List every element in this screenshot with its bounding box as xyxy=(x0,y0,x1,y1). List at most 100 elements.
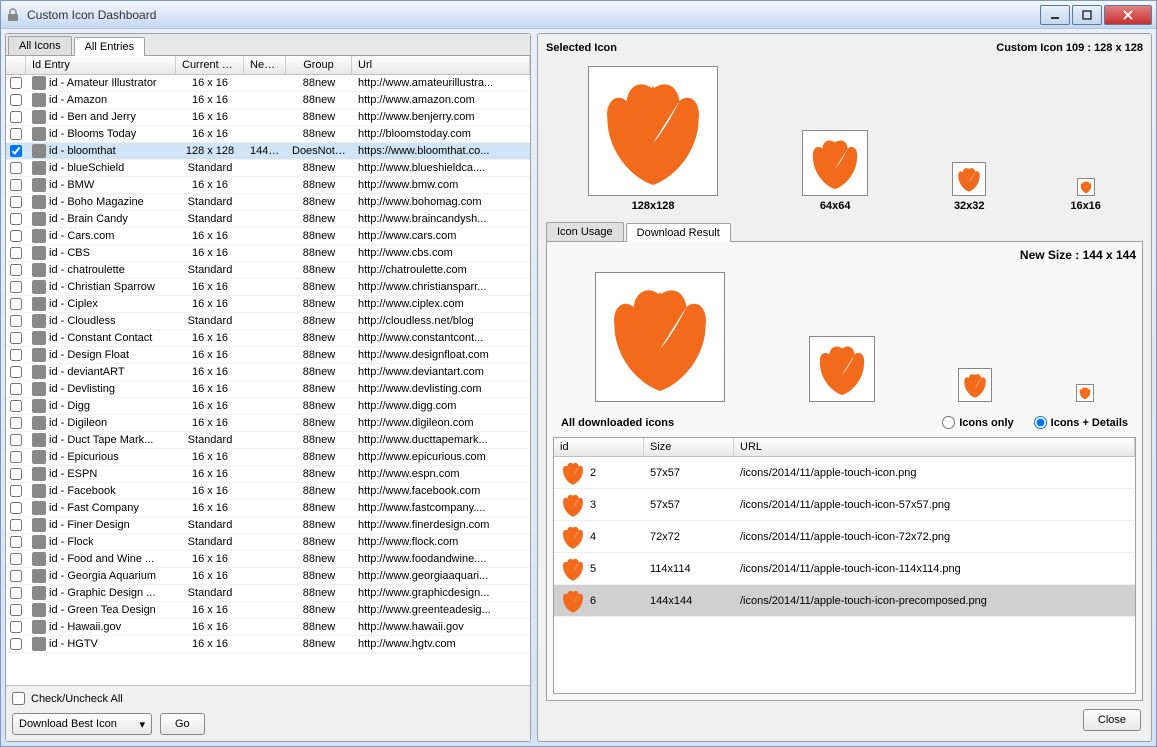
close-button[interactable] xyxy=(1104,5,1152,25)
row-checkbox[interactable] xyxy=(10,230,22,242)
table-row[interactable]: id - blueSchieldStandard88newhttp://www.… xyxy=(6,160,530,177)
row-checkbox[interactable] xyxy=(10,94,22,106)
table-row[interactable]: id - BMW16 x 1688newhttp://www.bmw.com xyxy=(6,177,530,194)
row-checkbox[interactable] xyxy=(10,281,22,293)
row-checkbox[interactable] xyxy=(10,587,22,599)
dl-row[interactable]: 6144x144/icons/2014/11/apple-touch-icon-… xyxy=(554,585,1135,617)
table-row[interactable]: id - FlockStandard88newhttp://www.flock.… xyxy=(6,534,530,551)
row-checkbox[interactable] xyxy=(10,349,22,361)
entry-url: http://www.facebook.com xyxy=(352,484,530,498)
table-row[interactable]: id - Finer DesignStandard88newhttp://www… xyxy=(6,517,530,534)
table-row[interactable]: id - Green Tea Design16 x 1688newhttp://… xyxy=(6,602,530,619)
row-checkbox[interactable] xyxy=(10,145,22,157)
table-row[interactable]: id - Brain CandyStandard88newhttp://www.… xyxy=(6,211,530,228)
row-checkbox[interactable] xyxy=(10,519,22,531)
row-checkbox[interactable] xyxy=(10,468,22,480)
row-checkbox[interactable] xyxy=(10,247,22,259)
table-row[interactable]: id - Ciplex16 x 1688newhttp://www.ciplex… xyxy=(6,296,530,313)
row-checkbox[interactable] xyxy=(10,196,22,208)
row-checkbox[interactable] xyxy=(10,536,22,548)
dl-row[interactable]: 5114x114/icons/2014/11/apple-touch-icon-… xyxy=(554,553,1135,585)
table-row[interactable]: id - ESPN16 x 1688newhttp://www.espn.com xyxy=(6,466,530,483)
row-checkbox[interactable] xyxy=(10,111,22,123)
table-row[interactable]: id - Digileon16 x 1688newhttp://www.digi… xyxy=(6,415,530,432)
minimize-button[interactable] xyxy=(1040,5,1070,25)
downloaded-table[interactable]: id Size URL 257x57/icons/2014/11/apple-t… xyxy=(553,437,1136,694)
col-url[interactable]: Url xyxy=(352,56,530,74)
table-row[interactable]: id - Amateur Illustrator16 x 1688newhttp… xyxy=(6,75,530,92)
col-current-size[interactable]: Current Size xyxy=(176,56,244,74)
table-row[interactable]: id - Cars.com16 x 1688newhttp://www.cars… xyxy=(6,228,530,245)
dl-row[interactable]: 472x72/icons/2014/11/apple-touch-icon-72… xyxy=(554,521,1135,553)
table-row[interactable]: id - Epicurious16 x 1688newhttp://www.ep… xyxy=(6,449,530,466)
entry-url: http://www.graphicdesign... xyxy=(352,586,530,600)
table-row[interactable]: id - HGTV16 x 1688newhttp://www.hgtv.com xyxy=(6,636,530,653)
col-id-entry[interactable]: Id Entry xyxy=(26,56,176,74)
tab-icon-usage[interactable]: Icon Usage xyxy=(546,222,624,241)
row-checkbox[interactable] xyxy=(10,264,22,276)
row-checkbox[interactable] xyxy=(10,77,22,89)
go-button[interactable]: Go xyxy=(160,713,205,735)
check-all-checkbox[interactable] xyxy=(12,692,25,705)
tab-all-icons[interactable]: All Icons xyxy=(8,36,72,55)
table-row[interactable]: id - Graphic Design ...Standard88newhttp… xyxy=(6,585,530,602)
row-checkbox[interactable] xyxy=(10,400,22,412)
table-row[interactable]: id - CBS16 x 1688newhttp://www.cbs.com xyxy=(6,245,530,262)
row-checkbox[interactable] xyxy=(10,434,22,446)
table-row[interactable]: id - Amazon16 x 1688newhttp://www.amazon… xyxy=(6,92,530,109)
action-dropdown[interactable]: Download Best Icon ▾ xyxy=(12,713,152,735)
table-row[interactable]: id - bloomthat128 x 128144 ...DoesNotW..… xyxy=(6,143,530,160)
row-checkbox[interactable] xyxy=(10,383,22,395)
dl-col-size[interactable]: Size xyxy=(644,438,734,456)
close-button-dialog[interactable]: Close xyxy=(1083,709,1141,731)
table-row[interactable]: id - chatrouletteStandard88newhttp://cha… xyxy=(6,262,530,279)
table-row[interactable]: id - Hawaii.gov16 x 1688newhttp://www.ha… xyxy=(6,619,530,636)
col-group[interactable]: Group xyxy=(286,56,352,74)
dl-col-id[interactable]: id xyxy=(554,438,644,456)
dl-col-url[interactable]: URL xyxy=(734,438,1135,456)
row-checkbox[interactable] xyxy=(10,638,22,650)
table-row[interactable]: id - Duct Tape Mark...Standard88newhttp:… xyxy=(6,432,530,449)
row-checkbox[interactable] xyxy=(10,179,22,191)
row-checkbox[interactable] xyxy=(10,366,22,378)
row-checkbox[interactable] xyxy=(10,315,22,327)
dl-row[interactable]: 257x57/icons/2014/11/apple-touch-icon.pn… xyxy=(554,457,1135,489)
row-checkbox[interactable] xyxy=(10,128,22,140)
table-row[interactable]: id - Boho MagazineStandard88newhttp://ww… xyxy=(6,194,530,211)
maximize-button[interactable] xyxy=(1072,5,1102,25)
table-row[interactable]: id - Christian Sparrow16 x 1688newhttp:/… xyxy=(6,279,530,296)
row-checkbox[interactable] xyxy=(10,417,22,429)
row-checkbox[interactable] xyxy=(10,451,22,463)
table-row[interactable]: id - Constant Contact16 x 1688newhttp://… xyxy=(6,330,530,347)
row-checkbox[interactable] xyxy=(10,604,22,616)
tab-all-entries[interactable]: All Entries xyxy=(74,37,146,56)
table-row[interactable]: id - Blooms Today16 x 1688newhttp://bloo… xyxy=(6,126,530,143)
table-row[interactable]: id - deviantART16 x 1688newhttp://www.de… xyxy=(6,364,530,381)
table-row[interactable]: id - Food and Wine ...16 x 1688newhttp:/… xyxy=(6,551,530,568)
radio-icons-details[interactable]: Icons + Details xyxy=(1034,416,1128,429)
row-checkbox[interactable] xyxy=(10,553,22,565)
table-row[interactable]: id - Ben and Jerry16 x 1688newhttp://www… xyxy=(6,109,530,126)
radio-icons-only[interactable]: Icons only xyxy=(942,416,1013,429)
table-row[interactable]: id - CloudlessStandard88newhttp://cloudl… xyxy=(6,313,530,330)
row-checkbox[interactable] xyxy=(10,621,22,633)
table-row[interactable]: id - Facebook16 x 1688newhttp://www.face… xyxy=(6,483,530,500)
titlebar[interactable]: Custom Icon Dashboard xyxy=(1,1,1156,29)
row-checkbox[interactable] xyxy=(10,298,22,310)
entries-table[interactable]: Id Entry Current Size New... Group Url i… xyxy=(6,56,530,685)
table-row[interactable]: id - Fast Company16 x 1688newhttp://www.… xyxy=(6,500,530,517)
table-row[interactable]: id - Design Float16 x 1688newhttp://www.… xyxy=(6,347,530,364)
row-checkbox[interactable] xyxy=(10,162,22,174)
row-checkbox[interactable] xyxy=(10,485,22,497)
entry-group: 88new xyxy=(286,110,352,124)
col-new[interactable]: New... xyxy=(244,56,286,74)
table-row[interactable]: id - Digg16 x 1688newhttp://www.digg.com xyxy=(6,398,530,415)
row-checkbox[interactable] xyxy=(10,213,22,225)
row-checkbox[interactable] xyxy=(10,502,22,514)
table-row[interactable]: id - Devlisting16 x 1688newhttp://www.de… xyxy=(6,381,530,398)
tab-download-result[interactable]: Download Result xyxy=(626,223,731,242)
row-checkbox[interactable] xyxy=(10,332,22,344)
row-checkbox[interactable] xyxy=(10,570,22,582)
dl-row[interactable]: 357x57/icons/2014/11/apple-touch-icon-57… xyxy=(554,489,1135,521)
table-row[interactable]: id - Georgia Aquarium16 x 1688newhttp://… xyxy=(6,568,530,585)
